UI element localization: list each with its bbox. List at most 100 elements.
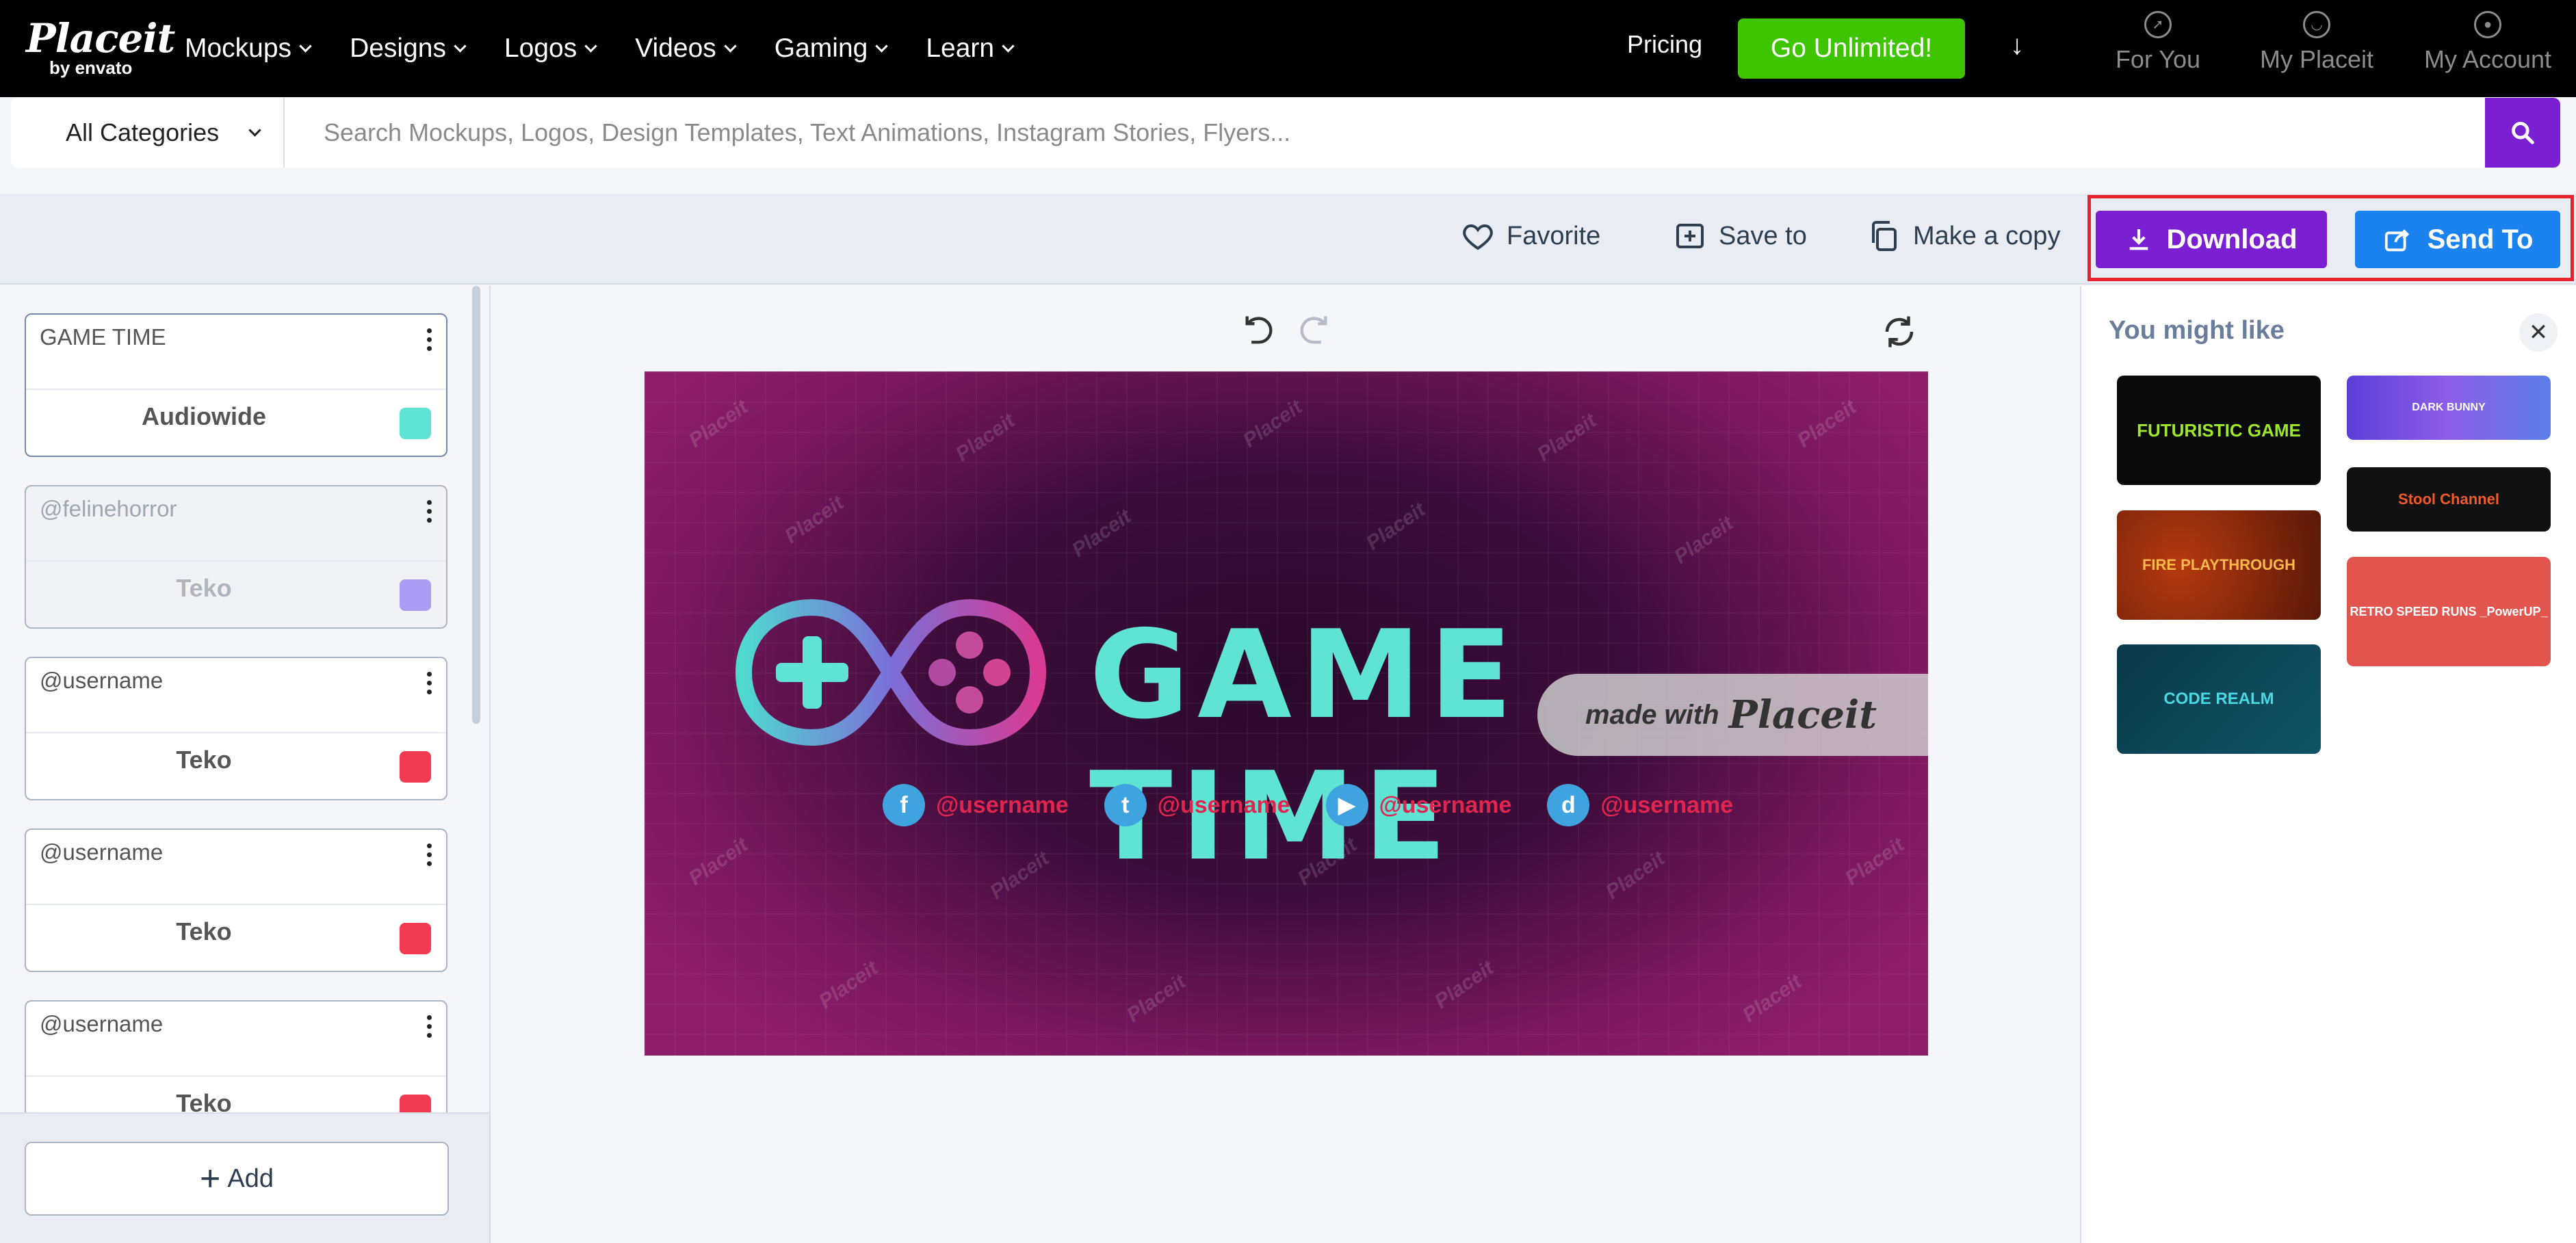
suggestion-thumbnail[interactable]: Stool Channel <box>2347 467 2551 532</box>
menu-label: Videos <box>635 34 716 63</box>
compass-icon: ➚ <box>2144 11 2172 38</box>
close-icon[interactable]: ✕ <box>2519 313 2558 352</box>
layer-card[interactable]: @felinehorror Teko <box>25 485 447 629</box>
layer-card[interactable]: @username Teko <box>25 657 447 800</box>
folder-plus-icon <box>1676 224 1704 248</box>
menu-learn[interactable]: Learn <box>926 34 1015 64</box>
menu-label: Logos <box>504 34 577 63</box>
social-handle: @username <box>1379 791 1512 818</box>
highlight-annotation <box>2087 195 2574 281</box>
suggestion-thumbnail[interactable]: CODE REALM <box>2117 644 2321 754</box>
suggestion-thumbnail[interactable]: RETRO SPEED RUNS _PowerUP_ <box>2347 557 2551 666</box>
add-label: Add <box>227 1164 274 1193</box>
undo-icon[interactable] <box>1241 313 1277 352</box>
my-placeit-link[interactable]: ◡ My Placeit <box>2235 11 2399 74</box>
search-input[interactable] <box>295 98 2484 168</box>
search-button[interactable] <box>2485 98 2560 168</box>
suggestion-thumbnail[interactable]: FIRE PLAYTHROUGH <box>2117 510 2321 620</box>
refresh-icon[interactable] <box>1881 313 1918 354</box>
made-with-text: made with <box>1585 699 1719 730</box>
save-to-button[interactable]: Save to <box>1674 220 1807 252</box>
favorite-button[interactable]: Favorite <box>1461 220 1600 252</box>
layer-text[interactable]: @username <box>40 668 163 694</box>
chevron-down-icon <box>248 123 261 137</box>
menu-designs[interactable]: Designs <box>350 34 467 64</box>
divider <box>26 732 446 733</box>
more-vertical-icon[interactable] <box>426 500 432 527</box>
more-vertical-icon[interactable] <box>426 672 432 699</box>
for-you-label: For You <box>2115 45 2201 73</box>
thumbnail-label: Stool Channel <box>2398 490 2499 508</box>
layers-list: GAME TIME Audiowide @felinehorror Teko @… <box>0 286 491 1112</box>
pricing-link[interactable]: Pricing <box>1627 30 1702 59</box>
thumbnail-label: DARK BUNNY <box>2412 402 2486 413</box>
my-account-link[interactable]: ● My Account <box>2406 11 2570 74</box>
for-you-link[interactable]: ➚ For You <box>2076 11 2240 74</box>
make-copy-button[interactable]: Make a copy <box>1868 220 2060 252</box>
add-area: + Add <box>0 1112 489 1243</box>
save-to-label: Save to <box>1719 221 1807 250</box>
design-preview[interactable]: Placeit Placeit Placeit Placeit Placeit … <box>645 371 1928 1056</box>
layer-font[interactable]: Audiowide <box>26 402 382 431</box>
layer-card[interactable]: @username Teko <box>25 828 447 972</box>
chevron-down-icon <box>724 39 737 53</box>
menu-mockups[interactable]: Mockups <box>185 34 312 64</box>
download-arrow-icon[interactable]: ↓ <box>2010 30 2024 61</box>
make-copy-label: Make a copy <box>1913 221 2061 250</box>
favorite-label: Favorite <box>1507 221 1601 250</box>
chevron-down-icon <box>875 39 889 53</box>
color-swatch[interactable] <box>400 923 431 954</box>
category-label: All Categories <box>66 118 220 146</box>
more-vertical-icon[interactable] <box>426 843 432 871</box>
chevron-down-icon <box>584 39 597 53</box>
layer-font[interactable]: Teko <box>26 1089 382 1112</box>
divider <box>26 1075 446 1077</box>
more-vertical-icon[interactable] <box>426 328 432 356</box>
more-vertical-icon[interactable] <box>426 1015 432 1043</box>
add-layer-button[interactable]: + Add <box>25 1142 449 1216</box>
menu-logos[interactable]: Logos <box>504 34 597 64</box>
canvas-area: Placeit Placeit Placeit Placeit Placeit … <box>492 286 2080 1243</box>
chevron-down-icon <box>1002 39 1015 53</box>
smiley-icon: ◡ <box>2303 11 2330 38</box>
placeit-logo[interactable]: Placeit by envato <box>26 15 175 78</box>
color-swatch[interactable] <box>400 579 431 611</box>
layers-panel: GAME TIME Audiowide @felinehorror Teko @… <box>0 286 491 1243</box>
color-swatch[interactable] <box>400 408 431 439</box>
my-placeit-label: My Placeit <box>2259 45 2374 73</box>
menu-videos[interactable]: Videos <box>635 34 737 64</box>
color-swatch[interactable] <box>400 1095 431 1112</box>
social-youtube: ▶ @username <box>1325 784 1512 826</box>
redo-icon[interactable] <box>1296 313 1331 352</box>
social-handle: @username <box>1600 791 1734 818</box>
made-with-placeit-watermark: made with Placeit <box>1537 674 1928 756</box>
scrollbar-thumb[interactable] <box>472 286 480 724</box>
suggestion-thumbnail[interactable]: DARK BUNNY <box>2347 376 2551 440</box>
my-account-label: My Account <box>2423 45 2552 73</box>
suggestion-thumbnail[interactable]: FUTURISTIC GAME <box>2117 376 2321 485</box>
social-twitter: t @username <box>1104 784 1290 826</box>
layer-text[interactable]: GAME TIME <box>40 324 166 350</box>
layer-card[interactable]: @username Teko <box>25 1000 447 1112</box>
heart-icon <box>1463 224 1493 250</box>
menu-gaming[interactable]: Gaming <box>775 34 889 64</box>
social-handles: f @username t @username ▶ @username d @u… <box>883 784 1769 826</box>
layer-card[interactable]: GAME TIME Audiowide <box>25 313 447 457</box>
layer-text[interactable]: @username <box>40 1011 163 1037</box>
layer-font[interactable]: Teko <box>26 917 382 946</box>
layer-text[interactable]: @username <box>40 839 163 865</box>
go-unlimited-button[interactable]: Go Unlimited! <box>1738 18 1965 79</box>
divider <box>26 904 446 905</box>
divider <box>26 560 446 562</box>
thumbnail-label: FUTURISTIC GAME <box>2137 419 2301 441</box>
color-swatch[interactable] <box>400 751 431 783</box>
layer-text[interactable]: @felinehorror <box>40 496 177 522</box>
social-discord: d @username <box>1547 784 1733 826</box>
category-select[interactable]: All Categories <box>11 98 285 168</box>
layer-font[interactable]: Teko <box>26 746 382 774</box>
placeit-brand-text: Placeit <box>1728 692 1877 737</box>
top-navigation: Placeit by envato Mockups Designs Logos … <box>0 0 2576 168</box>
youtube-icon: ▶ <box>1325 784 1368 826</box>
thumbnail-label: FIRE PLAYTHROUGH <box>2142 556 2296 573</box>
layer-font[interactable]: Teko <box>26 574 382 603</box>
